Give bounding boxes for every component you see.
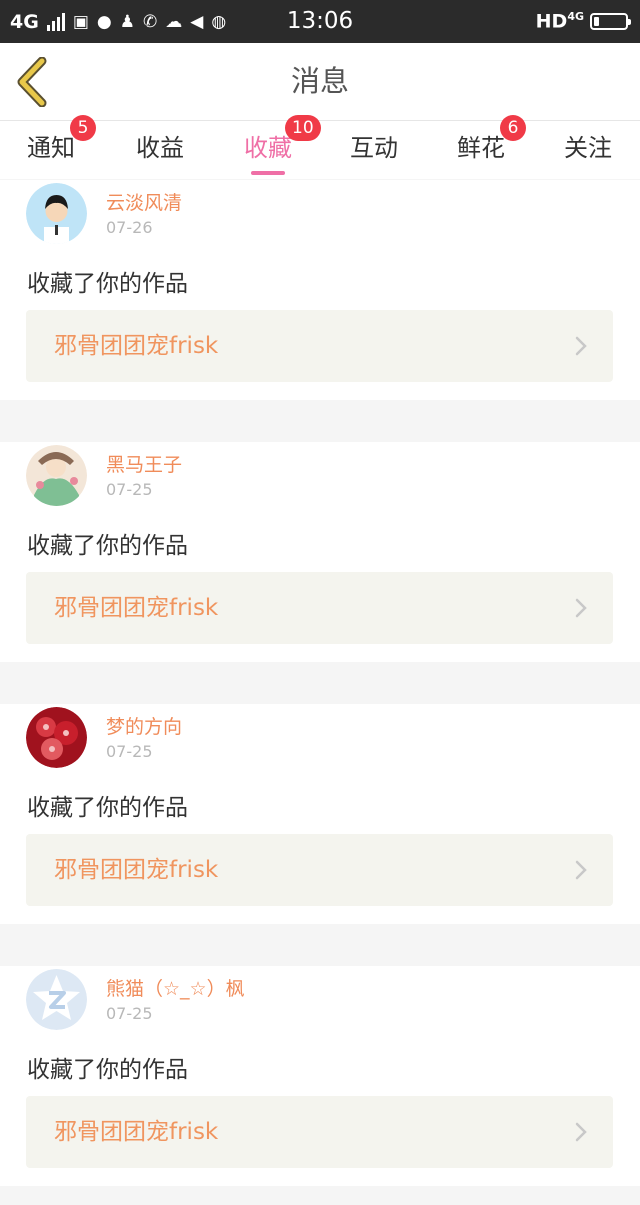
cartoon-boy-avatar-icon [26,183,87,244]
tab-label: 通知 [27,134,75,162]
anime-character-avatar-icon [26,445,87,506]
message-card: 黑马王子 07-25 收藏了你的作品 邪骨团团宠frisk [0,442,640,662]
message-date: 07-25 [106,1004,153,1023]
active-tab-indicator [251,171,285,175]
tab-earnings[interactable]: 收益 [133,121,187,179]
message-card: 梦的方向 07-25 收藏了你的作品 邪骨团团宠frisk [0,704,640,924]
red-flowers-avatar-icon [26,707,87,768]
hd-network-label: 4G [567,10,584,24]
tab-favorites[interactable]: 收藏 10 [241,115,321,179]
tab-label: 关注 [564,134,612,162]
tab-label: 互动 [350,134,398,162]
page-title: 消息 [290,64,349,98]
default-star-avatar-icon [26,969,87,1030]
username[interactable]: 黑马王子 [106,450,182,477]
work-title: 邪骨团团宠frisk [54,595,219,621]
tab-flowers[interactable]: 鲜花 6 [454,115,526,179]
chevron-right-icon [575,1122,587,1142]
message-text: 收藏了你的作品 [27,1057,188,1083]
username[interactable]: 熊猫（☆_☆）枫 [106,974,245,1001]
work-link[interactable]: 邪骨团团宠frisk [26,1096,613,1168]
work-title: 邪骨团团宠frisk [54,857,219,883]
message-card: 云淡风清 07-26 收藏了你的作品 邪骨团团宠frisk [0,180,640,400]
avatar[interactable] [26,707,87,768]
message-text: 收藏了你的作品 [27,271,188,297]
username[interactable]: 云淡风清 [106,188,182,215]
work-title: 邪骨团团宠frisk [54,333,219,359]
message-text: 收藏了你的作品 [27,533,188,559]
unread-badge: 10 [285,115,321,141]
chevron-right-icon [575,336,587,356]
avatar[interactable] [26,183,87,244]
tab-label: 收益 [136,134,184,162]
message-date: 07-26 [106,218,153,237]
avatar[interactable] [26,969,87,1030]
tab-label: 收藏 [244,134,292,162]
work-link[interactable]: 邪骨团团宠frisk [26,310,613,382]
tab-notifications[interactable]: 通知 5 [24,115,96,179]
message-text: 收藏了你的作品 [27,795,188,821]
hd-indicator: HD4G [536,10,584,32]
username[interactable]: 梦的方向 [106,712,182,739]
message-date: 07-25 [106,742,153,761]
tab-label: 鲜花 [457,134,505,162]
tab-bar: 通知 5 收益 收藏 10 互动 鲜花 6 关注 [0,115,640,179]
unread-badge: 5 [70,115,96,141]
message-date: 07-25 [106,480,153,499]
tab-interactions[interactable]: 互动 [347,121,401,179]
message-card: 熊猫（☆_☆）枫 07-25 收藏了你的作品 邪骨团团宠frisk [0,966,640,1186]
battery-icon [590,13,631,30]
chevron-right-icon [575,598,587,618]
work-title: 邪骨团团宠frisk [54,1119,219,1145]
tab-follows[interactable]: 关注 [561,121,615,179]
status-bar: 4G ▣ ● ♟ ✆ ☁ ◀ ◍ 13:06 HD4G [0,0,640,43]
nav-header: 消息 [0,43,640,121]
work-link[interactable]: 邪骨团团宠frisk [26,834,613,906]
work-link[interactable]: 邪骨团团宠frisk [26,572,613,644]
unread-badge: 6 [500,115,526,141]
chevron-right-icon [575,860,587,880]
avatar[interactable] [26,445,87,506]
hd-label: HD [535,10,568,33]
